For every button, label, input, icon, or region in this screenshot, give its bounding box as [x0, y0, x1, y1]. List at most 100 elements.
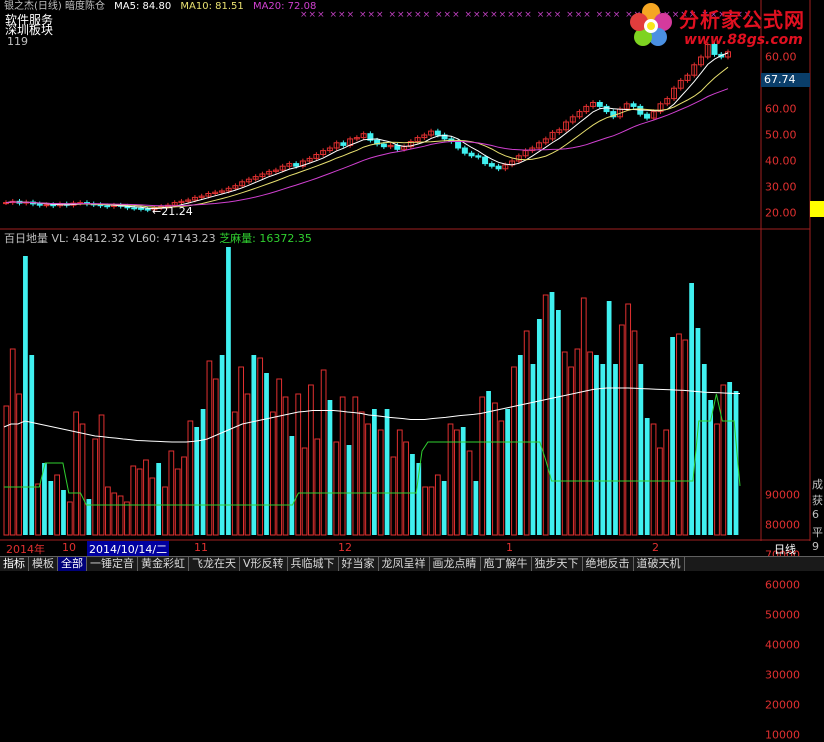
side-char-3: 6: [812, 508, 819, 521]
volume-bar-up: [479, 396, 486, 536]
volume-bar-up: [365, 423, 371, 536]
volume-bar-down: [251, 355, 257, 535]
volume-bar-down: [613, 364, 618, 535]
tab-3[interactable]: 一锤定音: [87, 557, 138, 571]
candle-body: [36, 203, 43, 206]
volume-bar-up: [238, 366, 245, 536]
candle-body: [434, 130, 441, 136]
volume-bar-down: [372, 409, 377, 535]
side-char-1: 成: [812, 478, 823, 491]
tab-10[interactable]: 画龙点睛: [430, 557, 481, 571]
tab-8[interactable]: 好当家: [339, 557, 379, 571]
volume-bar-up: [92, 438, 99, 536]
ma10-line: [5, 66, 729, 208]
candle-body: [495, 165, 502, 170]
volume-bar-up: [168, 450, 175, 536]
ma10-value: MA10: 81.51: [180, 1, 244, 12]
volume-bar-up: [9, 348, 16, 536]
volume-bar-up: [587, 351, 593, 536]
stock-chart-area[interactable]: [0, 0, 824, 570]
candle-body: [104, 205, 111, 208]
candle-body: [461, 147, 468, 154]
vol-tick-50000: 50000: [765, 608, 800, 622]
vol-tick-40000: 40000: [765, 638, 800, 652]
volume-bar-down: [701, 364, 707, 535]
candle-body: [43, 204, 50, 207]
candle-body: [455, 141, 462, 149]
volume-bar-down: [327, 400, 333, 535]
tab-template[interactable]: 模板: [29, 557, 58, 571]
chart-frame: [0, 0, 811, 541]
volume-bar-up: [73, 411, 80, 536]
volume-bar-down: [384, 409, 390, 535]
volume-bar-down: [670, 337, 675, 535]
candle-body: [131, 207, 138, 210]
ma5-value: MA5: 84.80: [114, 1, 172, 12]
side-char-4: 平: [812, 526, 823, 539]
tab-5[interactable]: 飞龙在天: [189, 557, 240, 571]
vl-value: VL: 48412.32: [51, 232, 125, 245]
selected-date[interactable]: 2014/10/14/二: [87, 541, 170, 557]
price-tick-30: 30.00: [765, 180, 797, 194]
volume-bar-down: [689, 283, 694, 535]
volume-bar-up: [212, 378, 219, 536]
volume-bar-up: [282, 396, 289, 536]
volume-bar-up: [358, 411, 365, 536]
tab-all[interactable]: 全部: [58, 557, 87, 571]
low-price-label: ←21.24: [152, 205, 193, 218]
volume-bar-down: [410, 454, 415, 535]
vol-tick-10000: 10000: [765, 728, 800, 742]
volume-bar-up: [244, 393, 251, 536]
volume-bar-up: [523, 330, 530, 536]
tab-7[interactable]: 兵临城下: [288, 557, 339, 571]
volume-title: 百日地量: [4, 232, 48, 245]
volume-bar-up: [720, 384, 727, 536]
volume-bar-down: [441, 481, 447, 535]
tab-12[interactable]: 独步天下: [532, 557, 583, 571]
candle-body: [468, 152, 475, 157]
tab-11[interactable]: 庖丁解牛: [481, 557, 532, 571]
volume-bar-up: [714, 423, 720, 536]
volume-bar-up: [257, 357, 264, 536]
volume-bar-up: [206, 360, 213, 536]
volume-bar-up: [333, 441, 340, 536]
tab-14[interactable]: 道破天机: [634, 557, 685, 571]
volume-bar-up: [466, 450, 473, 536]
side-char-2: 获: [812, 494, 823, 507]
volume-bar-down: [86, 499, 92, 535]
candle-body: [603, 105, 610, 113]
volume-bar-up: [492, 402, 498, 536]
tab-6[interactable]: V形反转: [240, 557, 288, 571]
volume-bar-up: [396, 429, 403, 536]
volume-bars: [3, 247, 739, 536]
indicator-tab-bar: 指标 模板 全部 一锤定音 黄金彩虹 飞龙在天 V形反转 兵临城下 好当家 龙凤呈祥 画龙点睛 庖丁解…: [0, 556, 824, 571]
tab-13[interactable]: 绝地反击: [583, 557, 634, 571]
volume-bar-up: [269, 411, 276, 536]
volume-header: 百日地量 VL: 48412.32 VL60: 47143.23 芝麻量: 16…: [4, 230, 312, 246]
candle-body: [596, 102, 603, 107]
volume-bar-up: [136, 468, 143, 536]
tab-indicator[interactable]: 指标: [0, 557, 29, 571]
candle-body: [482, 156, 489, 165]
tab-4[interactable]: 黄金彩虹: [138, 557, 189, 571]
date-label-nov: 11: [194, 541, 208, 554]
volume-bar-up: [231, 411, 238, 536]
price-tick-20: 20.00: [765, 206, 797, 220]
volume-bar-up: [625, 303, 632, 536]
volume-bar-down: [23, 256, 28, 535]
price-tick-40: 40.00: [765, 154, 797, 168]
volume-bar-down: [606, 301, 612, 535]
volume-bar-up: [352, 396, 359, 536]
period-label[interactable]: 日线: [774, 541, 796, 557]
vl60-value: VL60: 47143.23: [128, 232, 216, 245]
volume-bar-down: [346, 445, 352, 535]
date-label-oct: 10: [62, 541, 76, 554]
date-label-feb: 2: [652, 541, 659, 554]
candle-body: [293, 163, 300, 167]
volume-bar-up: [308, 384, 314, 536]
tab-9[interactable]: 龙凤呈祥: [379, 557, 430, 571]
volume-bar-up: [130, 465, 137, 536]
ma20-line: [5, 88, 729, 207]
moving-average-lines: [5, 52, 729, 210]
ma5-line: [5, 52, 729, 210]
